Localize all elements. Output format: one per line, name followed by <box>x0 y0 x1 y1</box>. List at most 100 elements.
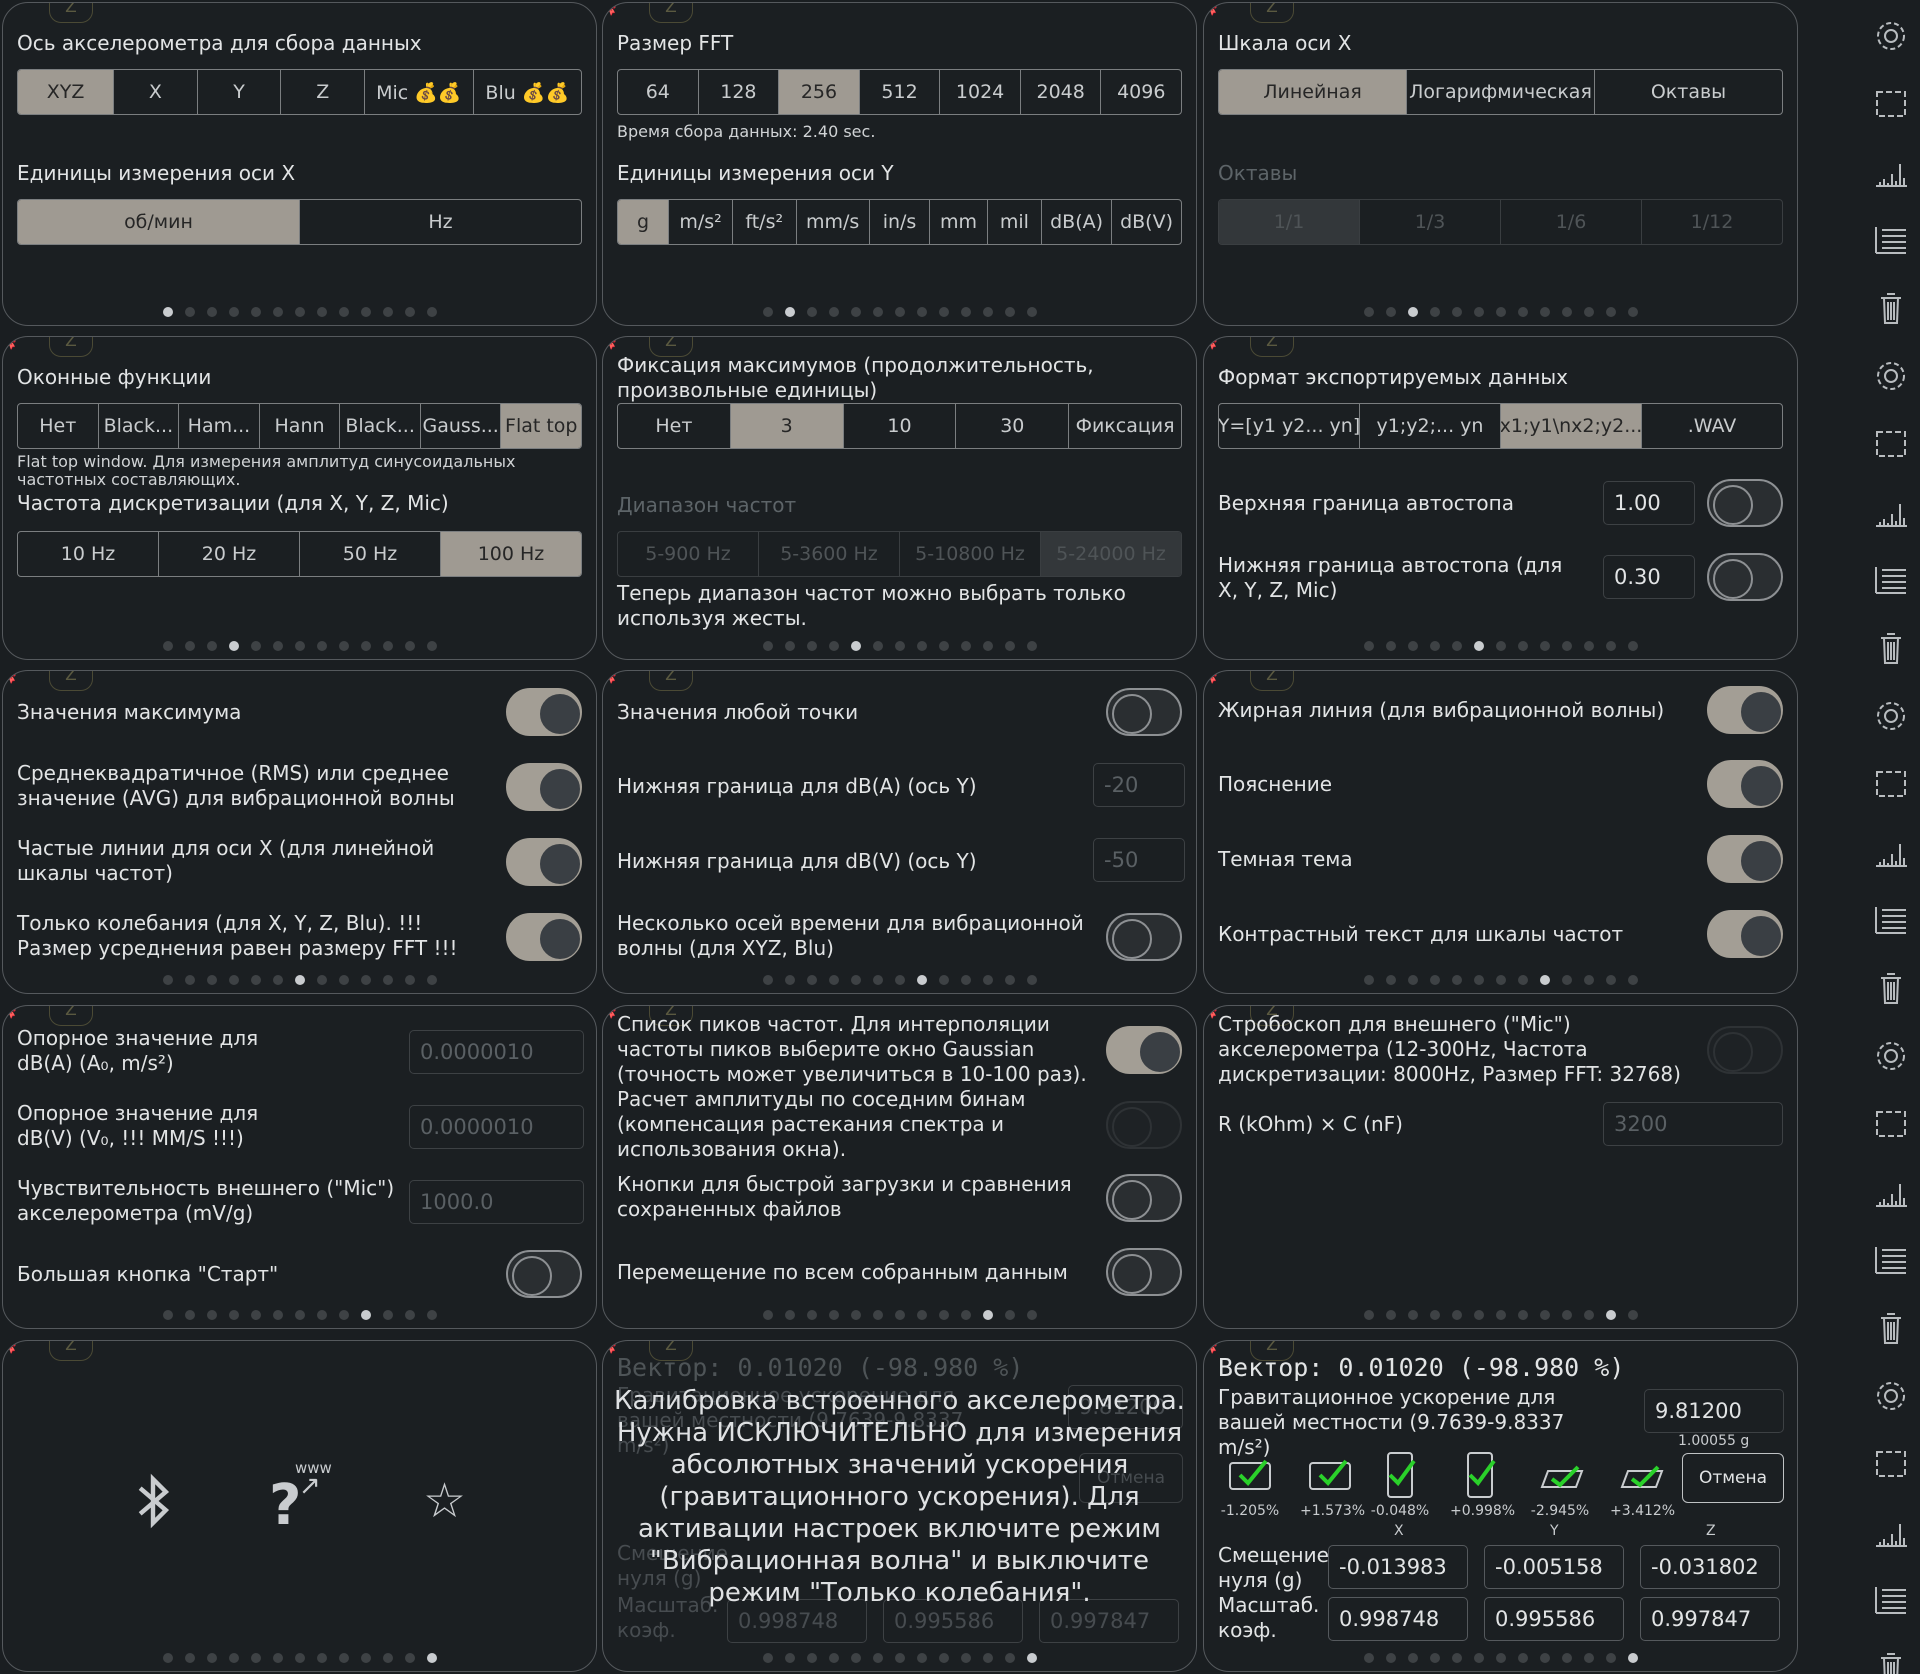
spectrum-icon[interactable] <box>1871 492 1911 532</box>
window-option[interactable]: Flat top <box>500 404 581 448</box>
rate-option[interactable]: 50 Hz <box>299 532 440 576</box>
rate-option[interactable]: 20 Hz <box>158 532 299 576</box>
window-option[interactable]: Hann <box>258 404 340 448</box>
export-option[interactable]: .WAV <box>1641 404 1782 448</box>
page-dots[interactable] <box>3 307 596 317</box>
z-tab[interactable]: Z <box>1250 671 1294 691</box>
export-segment[interactable]: Y=[y1 y2... yn] y1;y2;... yn x1;y1\nx2;y… <box>1218 403 1783 449</box>
crop-icon[interactable] <box>1871 1104 1911 1144</box>
window-option[interactable]: Нет <box>18 404 98 448</box>
window-option[interactable]: Gauss... <box>419 404 501 448</box>
fft-option[interactable]: 1024 <box>939 70 1020 114</box>
spectrum-icon[interactable] <box>1871 152 1911 192</box>
list-icon[interactable] <box>1871 1580 1911 1620</box>
crop-icon[interactable] <box>1871 84 1911 124</box>
fft-option[interactable]: 2048 <box>1019 70 1101 114</box>
x-unit-rpm[interactable]: об/мин <box>18 200 299 244</box>
fft-option[interactable]: 512 <box>858 70 940 114</box>
crop-icon[interactable] <box>1871 424 1911 464</box>
export-option[interactable]: Y=[y1 y2... yn] <box>1219 404 1359 448</box>
gear-icon[interactable] <box>1871 16 1911 56</box>
list-icon[interactable] <box>1871 220 1911 260</box>
start-button-toggle[interactable] <box>506 1250 582 1298</box>
x-scale-log[interactable]: Логарифмическая <box>1406 70 1594 114</box>
spectrum-icon[interactable] <box>1871 1512 1911 1552</box>
accel-axis-segment[interactable]: XYZ X Y Z Mic 💰💰 Blu 💰💰 <box>17 69 582 115</box>
peakhold-option[interactable]: Фиксация <box>1068 404 1181 448</box>
page-dots[interactable] <box>1204 1653 1797 1663</box>
y-unit-option[interactable]: in/s <box>868 200 930 244</box>
peakhold-option[interactable]: 30 <box>955 404 1068 448</box>
offset-y-input[interactable]: -0.005158 <box>1484 1545 1624 1589</box>
cancel-button[interactable]: Отмена <box>1682 1453 1784 1503</box>
autostop-upper-input[interactable]: 1.00 <box>1603 481 1695 525</box>
z-tab[interactable]: Z <box>49 337 93 357</box>
fft-option[interactable]: 4096 <box>1100 70 1181 114</box>
quick-load-toggle[interactable] <box>1106 1174 1182 1222</box>
z-tab[interactable]: Z <box>649 671 693 691</box>
window-option[interactable]: Black... <box>339 404 420 448</box>
spectrum-icon[interactable] <box>1871 1172 1911 1212</box>
page-dots[interactable] <box>1204 307 1797 317</box>
help-web-icon[interactable]: www ? ↗ <box>265 1459 345 1539</box>
oscillation-toggle[interactable] <box>506 913 582 961</box>
grid-lines-toggle[interactable] <box>506 838 582 886</box>
peakhold-segment[interactable]: Нет 3 10 30 Фиксация <box>617 403 1182 449</box>
trash-icon[interactable] <box>1871 1308 1911 1348</box>
z-tab[interactable]: Z <box>649 3 693 23</box>
y-unit-option[interactable]: mm/s <box>795 200 869 244</box>
autostop-upper-toggle[interactable] <box>1707 479 1783 527</box>
peakhold-option[interactable]: 3 <box>729 404 843 448</box>
rate-segment[interactable]: 10 Hz 20 Hz 50 Hz 100 Hz <box>17 531 582 577</box>
orientation-portrait-icon[interactable] <box>1382 1449 1418 1501</box>
autostop-lower-input[interactable]: 0.30 <box>1603 555 1695 599</box>
scale-z-input[interactable]: 0.997847 <box>1640 1597 1780 1641</box>
window-option[interactable]: Black... <box>97 404 179 448</box>
x-scale-segment[interactable]: Линейная Логарифмическая Октавы <box>1218 69 1783 115</box>
peakhold-option[interactable]: 10 <box>842 404 956 448</box>
orientation-tilt-icon[interactable] <box>1618 1463 1666 1493</box>
z-tab[interactable]: Z <box>49 671 93 691</box>
max-values-toggle[interactable] <box>506 688 582 736</box>
autostop-lower-toggle[interactable] <box>1707 553 1783 601</box>
contrast-text-toggle[interactable] <box>1707 910 1783 958</box>
rate-option[interactable]: 100 Hz <box>440 532 581 576</box>
rate-option[interactable]: 10 Hz <box>18 532 158 576</box>
gear-icon[interactable] <box>1871 356 1911 396</box>
page-dots[interactable] <box>1204 975 1797 985</box>
spectrum-icon[interactable] <box>1871 832 1911 872</box>
list-icon[interactable] <box>1871 560 1911 600</box>
export-option[interactable]: x1;y1\nx2;y2... <box>1500 404 1641 448</box>
page-dots[interactable] <box>1204 641 1797 651</box>
any-point-toggle[interactable] <box>1106 688 1182 736</box>
x-scale-octaves[interactable]: Октавы <box>1594 70 1782 114</box>
page-dots[interactable] <box>3 1653 596 1663</box>
y-unit-option[interactable]: g <box>618 200 669 244</box>
orientation-tilt-icon[interactable] <box>1538 1463 1586 1493</box>
y-unit-option[interactable]: m/s² <box>668 200 732 244</box>
page-dots[interactable] <box>603 641 1196 651</box>
trash-icon[interactable] <box>1871 628 1911 668</box>
page-dots[interactable] <box>603 307 1196 317</box>
page-dots[interactable] <box>3 975 596 985</box>
move-all-toggle[interactable] <box>1106 1248 1182 1296</box>
axis-option-y[interactable]: Y <box>196 70 281 114</box>
dark-theme-toggle[interactable] <box>1707 835 1783 883</box>
scale-y-input[interactable]: 0.995586 <box>1484 1597 1624 1641</box>
fft-option[interactable]: 128 <box>697 70 779 114</box>
export-option[interactable]: y1;y2;... yn <box>1359 404 1500 448</box>
page-dots[interactable] <box>603 1653 1196 1663</box>
axis-option-xyz[interactable]: XYZ <box>18 70 114 114</box>
window-option[interactable]: Ham... <box>178 404 259 448</box>
legend-toggle[interactable] <box>1707 760 1783 808</box>
z-tab[interactable]: Z <box>49 1006 93 1026</box>
orientation-flat-icon[interactable] <box>1306 1457 1354 1493</box>
list-icon[interactable] <box>1871 1240 1911 1280</box>
x-scale-linear[interactable]: Линейная <box>1219 70 1406 114</box>
page-dots[interactable] <box>603 1310 1196 1320</box>
crop-icon[interactable] <box>1871 1444 1911 1484</box>
orientation-portrait-icon[interactable] <box>1462 1449 1498 1501</box>
fft-option[interactable]: 64 <box>618 70 698 114</box>
star-icon[interactable]: ☆ <box>423 1473 466 1529</box>
z-tab[interactable]: Z <box>1250 3 1294 23</box>
